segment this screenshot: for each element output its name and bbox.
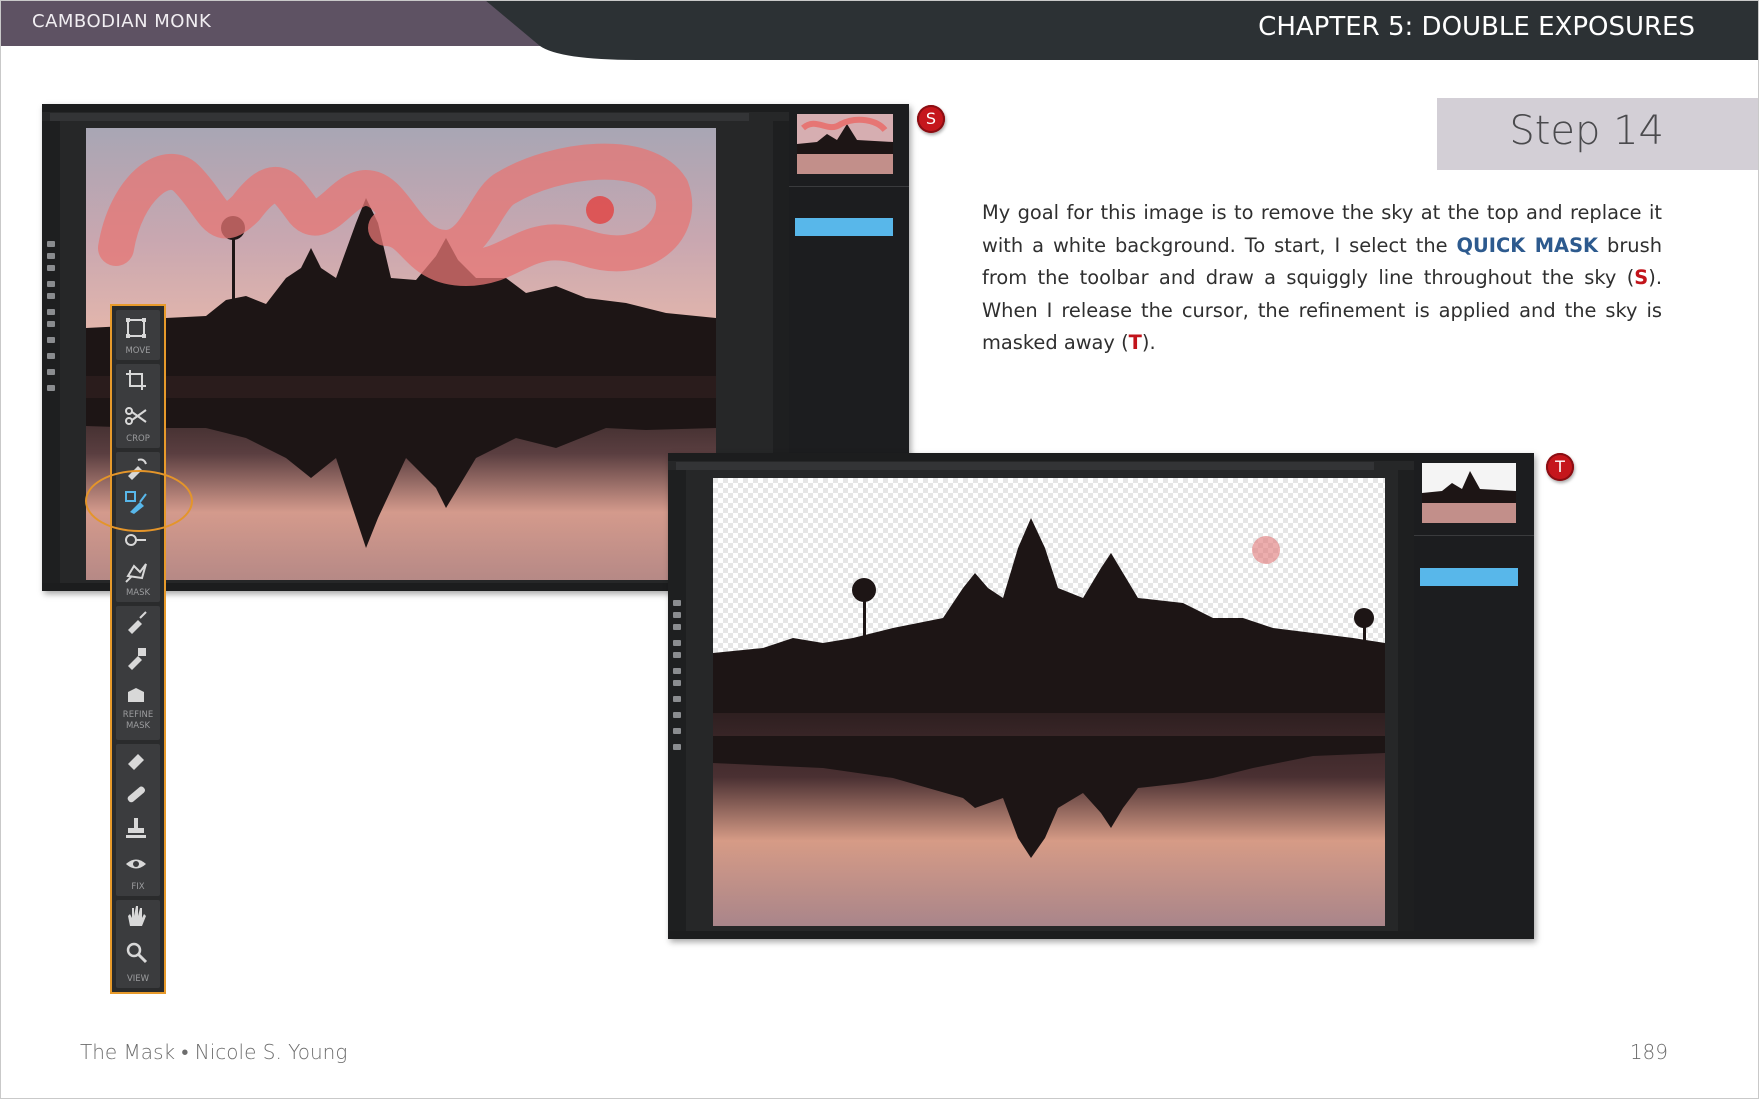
crop-icon[interactable] bbox=[124, 368, 148, 392]
refine-brush-2-icon[interactable] bbox=[124, 646, 148, 670]
view-label: VIEW bbox=[126, 974, 150, 984]
move-icon[interactable] bbox=[124, 316, 148, 340]
photo-canvas-masked[interactable] bbox=[713, 478, 1385, 926]
layer-row-selected[interactable] bbox=[1420, 568, 1518, 586]
refine-label-line1: REFINE bbox=[122, 710, 154, 720]
section-title: CAMBODIAN MONK bbox=[32, 11, 212, 32]
refine-mask-label: REFINE MASK bbox=[116, 710, 160, 732]
step-title: Step 14 bbox=[1509, 108, 1664, 154]
header-curve bbox=[0, 46, 640, 60]
mini-toolbar bbox=[668, 470, 686, 939]
navigator-panel bbox=[1414, 453, 1534, 939]
footer-credit: The Mask • Nicole S. Young bbox=[80, 1040, 348, 1064]
bandage-icon[interactable] bbox=[124, 782, 148, 806]
step-description: My goal for this image is to remove the … bbox=[982, 197, 1662, 360]
mask-label: MASK bbox=[125, 588, 151, 598]
quick-mask-highlight bbox=[85, 470, 193, 532]
status-bar bbox=[668, 931, 1534, 939]
body-text-4: ). bbox=[1141, 331, 1156, 354]
quick-mask-term: QUICK MASK bbox=[1456, 233, 1599, 257]
eraser-icon[interactable] bbox=[124, 748, 148, 772]
ref-s: S bbox=[1634, 266, 1649, 289]
page-number: 189 bbox=[1629, 1040, 1668, 1064]
document-tab bbox=[676, 462, 1374, 470]
lasso-icon[interactable] bbox=[124, 560, 148, 584]
refine-label-line2: MASK bbox=[125, 721, 151, 731]
toolbar-callout: MOVE CROP MASK REFINE MASK FIX VIEW bbox=[110, 304, 166, 994]
badge-t: T bbox=[1546, 453, 1574, 481]
navigator-thumbnail bbox=[797, 114, 893, 174]
ref-t: T bbox=[1128, 331, 1142, 354]
app-menubar bbox=[42, 104, 909, 112]
move-label: MOVE bbox=[125, 346, 151, 356]
fix-label: FIX bbox=[131, 882, 145, 892]
stamp-icon[interactable] bbox=[124, 816, 148, 840]
eye-icon[interactable] bbox=[124, 852, 148, 876]
layer-row-selected[interactable] bbox=[795, 218, 893, 236]
refine-brush-icon[interactable] bbox=[124, 610, 148, 634]
hand-icon[interactable] bbox=[124, 904, 148, 928]
refine-mask-icon[interactable] bbox=[124, 682, 148, 706]
app-menubar bbox=[668, 453, 1534, 461]
right-tool-strip bbox=[1398, 470, 1414, 939]
chapter-title: CHAPTER 5: DOUBLE EXPOSURES bbox=[1258, 12, 1695, 42]
scissors-icon[interactable] bbox=[124, 404, 148, 428]
document-tab bbox=[50, 113, 749, 121]
badge-s: S bbox=[917, 105, 945, 133]
screenshot-after bbox=[668, 453, 1534, 939]
crop-label: CROP bbox=[126, 434, 150, 444]
magnifier-icon[interactable] bbox=[124, 940, 148, 964]
navigator-thumbnail bbox=[1422, 463, 1516, 523]
step-box: Step 14 bbox=[1437, 98, 1759, 170]
mini-toolbar bbox=[42, 121, 60, 591]
